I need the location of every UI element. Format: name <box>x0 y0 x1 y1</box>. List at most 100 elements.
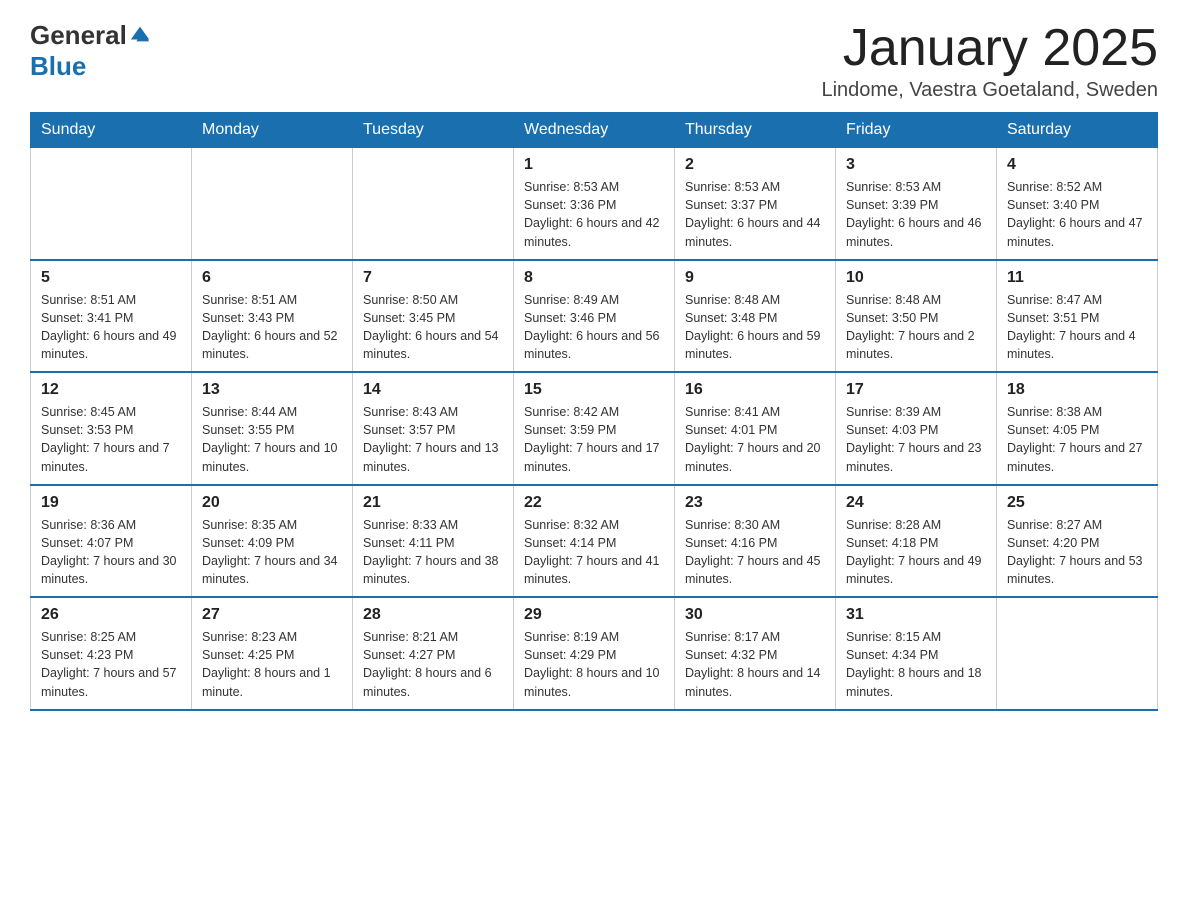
calendar-cell: 28 Sunrise: 8:21 AMSunset: 4:27 PMDayligh… <box>353 597 514 710</box>
calendar-cell: 1Sunrise: 8:53 AMSunset: 3:36 PMDaylight… <box>514 148 675 260</box>
calendar-cell: 22 Sunrise: 8:32 AMSunset: 4:14 PMDayligh… <box>514 485 675 598</box>
day-number: 27 <box>202 606 342 624</box>
day-number: 2 <box>685 156 825 174</box>
calendar-cell <box>31 148 192 260</box>
day-number: 19 <box>41 494 181 512</box>
day-number: 31 <box>846 606 986 624</box>
day-info: Sunrise: 8:28 AMSunset: 4:18 PMDaylight:… <box>846 516 986 589</box>
calendar-header: SundayMondayTuesdayWednesdayThursdayFrid… <box>31 113 1158 148</box>
day-number: 1 <box>524 156 664 174</box>
calendar-cell: 13 Sunrise: 8:44 AMSunset: 3:55 PMDayligh… <box>192 372 353 485</box>
header-day-thursday: Thursday <box>675 113 836 148</box>
day-info: Sunrise: 8:45 AMSunset: 3:53 PMDaylight:… <box>41 403 181 476</box>
header-row: SundayMondayTuesdayWednesdayThursdayFrid… <box>31 113 1158 148</box>
day-info: Sunrise: 8:23 AMSunset: 4:25 PMDaylight:… <box>202 628 342 701</box>
day-info: Sunrise: 8:32 AMSunset: 4:14 PMDaylight:… <box>524 516 664 589</box>
day-info: Sunrise: 8:19 AMSunset: 4:29 PMDaylight:… <box>524 628 664 701</box>
day-number: 11 <box>1007 269 1147 287</box>
day-number: 22 <box>524 494 664 512</box>
calendar-cell <box>353 148 514 260</box>
header-day-tuesday: Tuesday <box>353 113 514 148</box>
day-number: 6 <box>202 269 342 287</box>
day-number: 26 <box>41 606 181 624</box>
day-info: Sunrise: 8:44 AMSunset: 3:55 PMDaylight:… <box>202 403 342 476</box>
calendar-cell: 14 Sunrise: 8:43 AMSunset: 3:57 PMDayligh… <box>353 372 514 485</box>
day-number: 14 <box>363 381 503 399</box>
day-number: 30 <box>685 606 825 624</box>
day-number: 18 <box>1007 381 1147 399</box>
logo: General Blue <box>30 20 151 82</box>
day-number: 17 <box>846 381 986 399</box>
day-info: Sunrise: 8:49 AMSunset: 3:46 PMDaylight:… <box>524 291 664 364</box>
week-row-4: 19 Sunrise: 8:36 AMSunset: 4:07 PMDayligh… <box>31 485 1158 598</box>
day-number: 5 <box>41 269 181 287</box>
day-info: Sunrise: 8:50 AMSunset: 3:45 PMDaylight:… <box>363 291 503 364</box>
calendar-cell: 27 Sunrise: 8:23 AMSunset: 4:25 PMDayligh… <box>192 597 353 710</box>
calendar-cell: 5 Sunrise: 8:51 AMSunset: 3:41 PMDaylight… <box>31 260 192 373</box>
header-day-wednesday: Wednesday <box>514 113 675 148</box>
day-info: Sunrise: 8:38 AMSunset: 4:05 PMDaylight:… <box>1007 403 1147 476</box>
day-info: Sunrise: 8:27 AMSunset: 4:20 PMDaylight:… <box>1007 516 1147 589</box>
header-day-sunday: Sunday <box>31 113 192 148</box>
calendar-table: SundayMondayTuesdayWednesdayThursdayFrid… <box>30 112 1158 711</box>
day-info: Sunrise: 8:52 AMSunset: 3:40 PMDaylight:… <box>1007 178 1147 251</box>
week-row-3: 12 Sunrise: 8:45 AMSunset: 3:53 PMDayligh… <box>31 372 1158 485</box>
day-info: Sunrise: 8:39 AMSunset: 4:03 PMDaylight:… <box>846 403 986 476</box>
day-number: 15 <box>524 381 664 399</box>
day-number: 21 <box>363 494 503 512</box>
title-block: January 2025 Lindome, Vaestra Goetaland,… <box>821 20 1158 102</box>
day-info: Sunrise: 8:51 AMSunset: 3:41 PMDaylight:… <box>41 291 181 364</box>
day-number: 8 <box>524 269 664 287</box>
day-info: Sunrise: 8:15 AMSunset: 4:34 PMDaylight:… <box>846 628 986 701</box>
calendar-cell: 20 Sunrise: 8:35 AMSunset: 4:09 PMDayligh… <box>192 485 353 598</box>
calendar-cell <box>997 597 1158 710</box>
day-number: 12 <box>41 381 181 399</box>
day-number: 28 <box>363 606 503 624</box>
calendar-cell: 16Sunrise: 8:41 AMSunset: 4:01 PMDayligh… <box>675 372 836 485</box>
calendar-cell: 7 Sunrise: 8:50 AMSunset: 3:45 PMDaylight… <box>353 260 514 373</box>
week-row-2: 5 Sunrise: 8:51 AMSunset: 3:41 PMDaylight… <box>31 260 1158 373</box>
calendar-cell: 19 Sunrise: 8:36 AMSunset: 4:07 PMDayligh… <box>31 485 192 598</box>
header-day-friday: Friday <box>836 113 997 148</box>
day-info: Sunrise: 8:53 AMSunset: 3:37 PMDaylight:… <box>685 178 825 251</box>
calendar-cell: 6 Sunrise: 8:51 AMSunset: 3:43 PMDaylight… <box>192 260 353 373</box>
page-header: General Blue January 2025 Lindome, Vaest… <box>30 20 1158 102</box>
day-info: Sunrise: 8:48 AMSunset: 3:50 PMDaylight:… <box>846 291 986 364</box>
day-number: 23 <box>685 494 825 512</box>
day-info: Sunrise: 8:42 AMSunset: 3:59 PMDaylight:… <box>524 403 664 476</box>
day-info: Sunrise: 8:36 AMSunset: 4:07 PMDaylight:… <box>41 516 181 589</box>
logo-blue: Blue <box>30 51 86 81</box>
day-info: Sunrise: 8:43 AMSunset: 3:57 PMDaylight:… <box>363 403 503 476</box>
calendar-cell: 4Sunrise: 8:52 AMSunset: 3:40 PMDaylight… <box>997 148 1158 260</box>
calendar-cell: 24Sunrise: 8:28 AMSunset: 4:18 PMDayligh… <box>836 485 997 598</box>
day-info: Sunrise: 8:30 AMSunset: 4:16 PMDaylight:… <box>685 516 825 589</box>
day-info: Sunrise: 8:35 AMSunset: 4:09 PMDaylight:… <box>202 516 342 589</box>
day-number: 16 <box>685 381 825 399</box>
day-number: 25 <box>1007 494 1147 512</box>
week-row-5: 26Sunrise: 8:25 AMSunset: 4:23 PMDayligh… <box>31 597 1158 710</box>
day-number: 20 <box>202 494 342 512</box>
calendar-cell: 26Sunrise: 8:25 AMSunset: 4:23 PMDayligh… <box>31 597 192 710</box>
calendar-cell <box>192 148 353 260</box>
day-info: Sunrise: 8:51 AMSunset: 3:43 PMDaylight:… <box>202 291 342 364</box>
day-number: 29 <box>524 606 664 624</box>
calendar-cell: 31 Sunrise: 8:15 AMSunset: 4:34 PMDayligh… <box>836 597 997 710</box>
day-number: 7 <box>363 269 503 287</box>
day-number: 13 <box>202 381 342 399</box>
month-title: January 2025 <box>821 20 1158 77</box>
calendar-cell: 8 Sunrise: 8:49 AMSunset: 3:46 PMDaylight… <box>514 260 675 373</box>
calendar-cell: 2 Sunrise: 8:53 AMSunset: 3:37 PMDaylight… <box>675 148 836 260</box>
week-row-1: 1Sunrise: 8:53 AMSunset: 3:36 PMDaylight… <box>31 148 1158 260</box>
day-number: 9 <box>685 269 825 287</box>
header-day-saturday: Saturday <box>997 113 1158 148</box>
calendar-cell: 23 Sunrise: 8:30 AMSunset: 4:16 PMDayligh… <box>675 485 836 598</box>
calendar-cell: 25 Sunrise: 8:27 AMSunset: 4:20 PMDayligh… <box>997 485 1158 598</box>
calendar-cell: 15 Sunrise: 8:42 AMSunset: 3:59 PMDayligh… <box>514 372 675 485</box>
day-number: 10 <box>846 269 986 287</box>
day-info: Sunrise: 8:21 AMSunset: 4:27 PMDaylight:… <box>363 628 503 701</box>
calendar-cell: 29 Sunrise: 8:19 AMSunset: 4:29 PMDayligh… <box>514 597 675 710</box>
calendar-cell: 17 Sunrise: 8:39 AMSunset: 4:03 PMDayligh… <box>836 372 997 485</box>
logo-general: General <box>30 20 127 51</box>
location: Lindome, Vaestra Goetaland, Sweden <box>821 79 1158 102</box>
logo-icon <box>129 23 151 45</box>
